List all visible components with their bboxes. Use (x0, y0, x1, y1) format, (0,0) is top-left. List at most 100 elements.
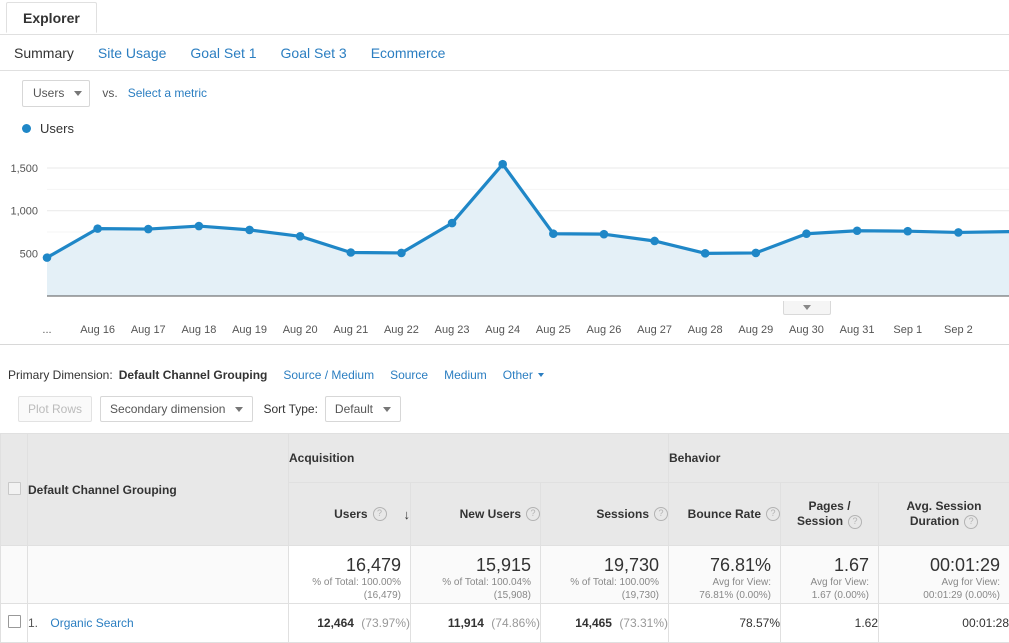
chart-data-point[interactable] (549, 229, 558, 238)
totals-pages-per-session-sub2: 1.67 (0.00%) (785, 589, 869, 602)
chart-data-point[interactable] (195, 222, 204, 231)
row-dimension-link[interactable]: Organic Search (50, 616, 133, 630)
plot-rows-button[interactable]: Plot Rows (18, 396, 92, 422)
metric-selector-bar: Users vs. Select a metric (0, 71, 1009, 115)
chart-data-point[interactable] (954, 228, 963, 237)
sort-type-value: Default (335, 402, 373, 416)
row-users-cell: 12,464 (73.97%) (289, 604, 411, 643)
sort-type-select[interactable]: Default (325, 396, 401, 422)
chart-data-point[interactable] (701, 249, 710, 258)
x-axis-tick-label: Aug 18 (181, 324, 216, 336)
totals-sessions-value: 19,730 (545, 554, 659, 576)
row-checkbox-cell (1, 604, 28, 643)
select-a-metric-link[interactable]: Select a metric (128, 86, 207, 100)
legend-label-users: Users (40, 121, 74, 136)
row-pages-per-session-value: 1.62 (855, 616, 878, 630)
subnav-item-summary[interactable]: Summary (14, 45, 74, 61)
help-icon[interactable]: ? (654, 507, 668, 521)
chart-data-point[interactable] (245, 226, 254, 235)
sort-descending-icon[interactable]: ↓ (404, 507, 411, 522)
row-checkbox[interactable] (8, 615, 21, 628)
subnav-item-site-usage[interactable]: Site Usage (98, 45, 166, 61)
chart-data-point[interactable] (397, 249, 406, 258)
help-icon[interactable]: ? (766, 507, 780, 521)
y-axis-tick-label: 1,500 (10, 163, 38, 175)
x-axis-tick-label: Aug 24 (485, 324, 520, 336)
subnav-item-goal-set-1[interactable]: Goal Set 1 (190, 45, 256, 61)
totals-bounce-rate-sub1: Avg for View: (673, 576, 771, 589)
chart-data-point[interactable] (752, 249, 761, 258)
secondary-dimension-button[interactable]: Secondary dimension (100, 396, 253, 422)
x-axis-tick-label: Aug 19 (232, 324, 267, 336)
totals-users-sub1: % of Total: 100.00% (293, 576, 401, 589)
x-axis-tick-label: ... (42, 324, 51, 336)
x-axis-tick-label: Aug 20 (283, 324, 318, 336)
row-users-value: 12,464 (317, 616, 354, 630)
x-axis-tick-label: Aug 16 (80, 324, 115, 336)
row-bounce-rate-value: 78.57% (739, 616, 780, 630)
totals-checkbox-cell (1, 546, 28, 604)
chart-data-point[interactable] (448, 219, 457, 228)
help-icon[interactable]: ? (526, 507, 540, 521)
primary-dimension-source-medium[interactable]: Source / Medium (283, 368, 374, 382)
x-axis-tick-label: Aug 23 (435, 324, 470, 336)
totals-users-sub2: (16,479) (293, 589, 401, 602)
tab-explorer[interactable]: Explorer (6, 2, 97, 33)
column-header-pages-per-session[interactable]: Pages / Session ? (781, 483, 879, 546)
primary-dimension-other[interactable]: Other (503, 368, 544, 382)
chart-data-point[interactable] (903, 227, 912, 236)
chart-data-point[interactable] (600, 230, 609, 239)
chart-data-point[interactable] (498, 160, 507, 169)
users-timeline-chart[interactable]: 500 1,000 1,500 (0, 145, 1009, 320)
chart-data-point[interactable] (650, 237, 659, 246)
table-row[interactable]: 1. Organic Search 12,464 (73.97%) 11,914… (1, 604, 1009, 643)
totals-users-value: 16,479 (293, 554, 401, 576)
primary-dimension-active[interactable]: Default Channel Grouping (119, 368, 268, 382)
totals-sessions-sub2: (19,730) (545, 589, 659, 602)
sort-type-label: Sort Type: (263, 402, 317, 416)
primary-dimension-medium[interactable]: Medium (444, 368, 487, 382)
report-subnav: Summary Site Usage Goal Set 1 Goal Set 3… (0, 35, 1009, 71)
row-new-users-pct: (74.86%) (491, 616, 540, 630)
x-axis-tick-label: Aug 22 (384, 324, 419, 336)
chart-data-point[interactable] (802, 229, 811, 238)
help-icon[interactable]: ? (373, 507, 387, 521)
chart-collapse-handle[interactable] (783, 301, 831, 315)
totals-avg-session-duration-sub1: Avg for View: (883, 576, 1000, 589)
chart-data-point[interactable] (144, 225, 153, 234)
chart-data-point[interactable] (346, 248, 355, 257)
select-all-checkbox[interactable] (8, 482, 21, 495)
help-icon[interactable]: ? (848, 515, 862, 529)
subnav-item-ecommerce[interactable]: Ecommerce (371, 45, 446, 61)
chart-data-point[interactable] (93, 224, 102, 233)
row-avg-session-duration-value: 00:01:28 (962, 616, 1009, 630)
column-header-new-users[interactable]: New Users ? (411, 483, 541, 546)
dimension-header[interactable]: Default Channel Grouping (28, 434, 289, 546)
row-sessions-cell: 14,465 (73.31%) (541, 604, 669, 643)
select-all-cell (1, 434, 28, 546)
x-axis-tick-label: Aug 30 (789, 324, 824, 336)
column-header-sessions[interactable]: Sessions ? (541, 483, 669, 546)
x-axis-tick-label: Aug 29 (738, 324, 773, 336)
row-new-users-value: 11,914 (448, 616, 484, 630)
subnav-item-goal-set-3[interactable]: Goal Set 3 (281, 45, 347, 61)
primary-dimension-source[interactable]: Source (390, 368, 428, 382)
x-axis-tick-label: Aug 21 (333, 324, 368, 336)
column-header-avg-session-duration[interactable]: Avg. Session Duration ? (879, 483, 1009, 546)
totals-pages-per-session-sub1: Avg for View: (785, 576, 869, 589)
column-header-sessions-label: Sessions (596, 507, 649, 522)
chart-data-point[interactable] (296, 232, 305, 241)
chart-data-point[interactable] (43, 253, 52, 262)
chart-data-point[interactable] (853, 226, 862, 235)
help-icon[interactable]: ? (964, 515, 978, 529)
y-axis-tick-label: 1,000 (10, 206, 38, 218)
x-axis-tick-label: Aug 25 (536, 324, 571, 336)
group-header-behavior: Behavior (669, 434, 1009, 483)
y-axis-tick-label: 500 (20, 248, 38, 260)
chevron-down-icon (803, 305, 811, 310)
chevron-down-icon (538, 373, 544, 377)
column-header-bounce-rate[interactable]: Bounce Rate ? (669, 483, 781, 546)
metric-select[interactable]: Users (22, 80, 90, 107)
group-header-acquisition: Acquisition (289, 434, 669, 483)
column-header-users[interactable]: Users ? ↓ (289, 483, 411, 546)
